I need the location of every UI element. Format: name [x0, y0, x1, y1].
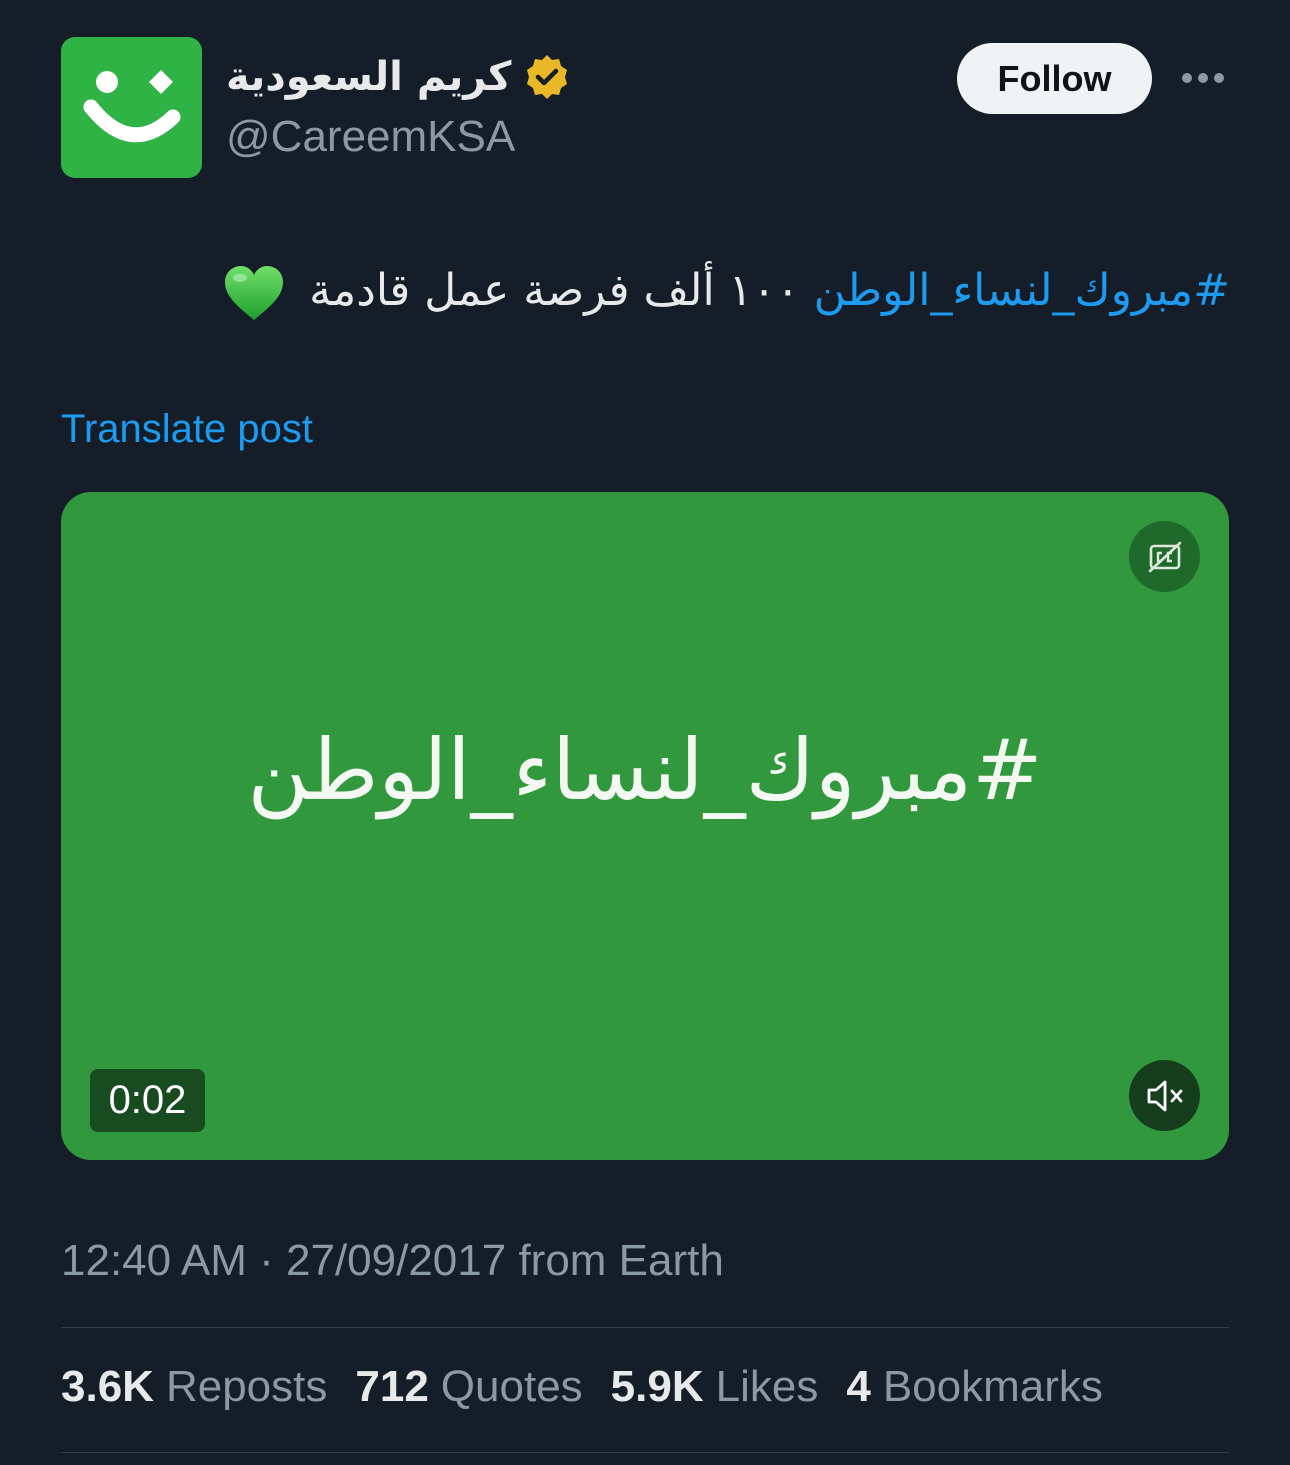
tweet-body-text: ١٠٠ ألف فرصة عمل قادمة [309, 265, 800, 316]
video-player[interactable] [61, 492, 1229, 1160]
more-dots-icon [1182, 73, 1224, 83]
verified-badge-icon [527, 55, 568, 99]
likes-stat[interactable]: 5.9K Likes [611, 1362, 819, 1412]
tweet-timestamp[interactable]: 12:40 AM · 27/09/2017 from Earth [61, 1236, 724, 1286]
account-handle[interactable]: @CareemKSA [226, 112, 515, 162]
mute-toggle-button[interactable] [1129, 1060, 1200, 1131]
video-overlay-text: #مبروك_لنساء_الوطن [247, 721, 1043, 819]
reposts-stat[interactable]: 3.6K Reposts [61, 1362, 327, 1412]
follow-button[interactable]: Follow [957, 43, 1152, 114]
tweet-text: #مبروك_لنساء_الوطن ١٠٠ ألف فرصة عمل قادم… [60, 258, 1230, 324]
careem-logo-icon [83, 70, 181, 143]
avatar[interactable] [61, 37, 202, 178]
more-options-button[interactable] [1176, 62, 1230, 94]
quotes-stat[interactable]: 712 Quotes [355, 1362, 582, 1412]
green-heart-icon [225, 266, 284, 320]
bookmarks-stat[interactable]: 4 Bookmarks [846, 1362, 1103, 1412]
captions-off-icon [1148, 541, 1181, 572]
display-name[interactable]: كريم السعودية [226, 54, 511, 100]
divider [61, 1327, 1229, 1328]
video-duration: 0:02 [90, 1069, 205, 1132]
captions-button[interactable] [1129, 521, 1200, 592]
translate-post-link[interactable]: Translate post [61, 407, 313, 452]
hashtag-link[interactable]: #مبروك_لنساء_الوطن [814, 265, 1230, 316]
engagement-stats: 3.6K Reposts 712 Quotes 5.9K Likes 4 Bookmar… [61, 1362, 1103, 1412]
divider [61, 1452, 1229, 1453]
muted-speaker-icon [1147, 1080, 1182, 1111]
display-name-row: كريم السعودية [226, 48, 571, 106]
